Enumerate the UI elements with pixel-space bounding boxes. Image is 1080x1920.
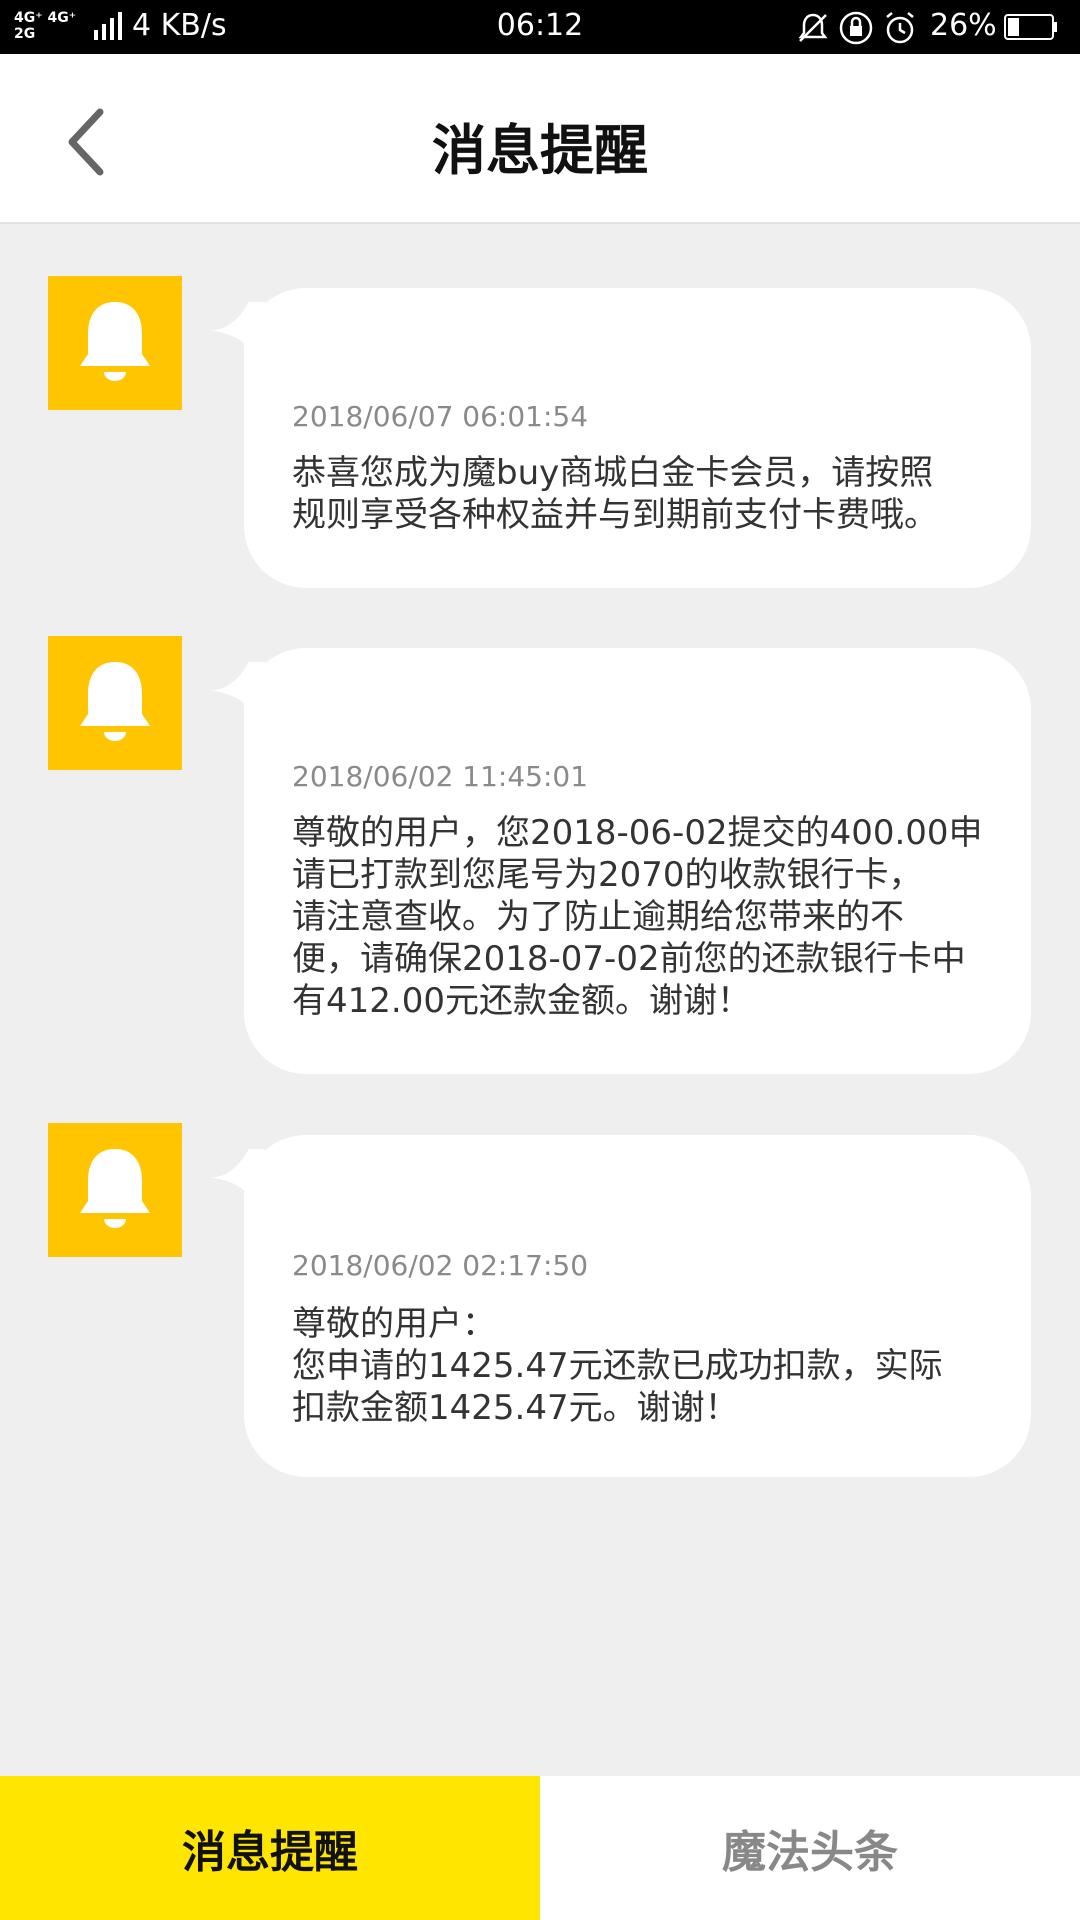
bell-icon <box>80 662 150 741</box>
status-bar: 4G⁺ 4G⁺ 2G 4 KB/s 06:12 26% <box>0 0 1080 54</box>
alarm-icon <box>886 12 914 44</box>
bell-icon <box>80 302 150 381</box>
bell-avatar <box>48 276 182 410</box>
bell-off-icon <box>798 13 828 42</box>
message-bubble: 2018/06/02 02:17:50 尊敬的用户： 您申请的1425.47元还… <box>244 1135 1031 1477</box>
message-body: 尊敬的用户，您2018-06-02提交的400.00申 请已打款到您尾号为207… <box>292 813 983 1021</box>
tab-message-reminder[interactable]: 消息提醒 <box>0 1776 540 1920</box>
page-title: 消息提醒 <box>432 119 648 182</box>
battery-icon <box>1004 14 1057 40</box>
message-body: 尊敬的用户： 您申请的1425.47元还款已成功扣款，实际 扣款金额1425.4… <box>292 1304 943 1428</box>
message-time: 2018/06/02 11:45:01 <box>292 760 589 793</box>
clock: 06:12 <box>496 8 584 43</box>
battery-percent: 26% <box>930 8 997 43</box>
message-time: 2018/06/07 06:01:54 <box>292 400 589 433</box>
message-bubble: 2018/06/07 06:01:54 恭喜您成为魔buy商城白金卡会员，请按照… <box>244 288 1031 588</box>
message-bubble: 2018/06/02 11:45:01 尊敬的用户，您2018-06-02提交的… <box>244 648 1031 1074</box>
bell-icon <box>80 1149 150 1228</box>
bottom-tab-bar: 消息提醒 魔法头条 <box>0 1776 1080 1920</box>
tab-magic-headlines[interactable]: 魔法头条 <box>540 1776 1080 1920</box>
bell-avatar <box>48 636 182 770</box>
status-icons <box>796 10 918 46</box>
app-header: 消息提醒 <box>0 54 1080 224</box>
message-body: 恭喜您成为魔buy商城白金卡会员，请按照 规则享受各种权益并与到期前支付卡费哦。 <box>292 453 938 535</box>
bell-avatar <box>48 1123 182 1257</box>
message-time: 2018/06/02 02:17:50 <box>292 1249 589 1282</box>
lock-rotate-icon <box>839 11 873 45</box>
